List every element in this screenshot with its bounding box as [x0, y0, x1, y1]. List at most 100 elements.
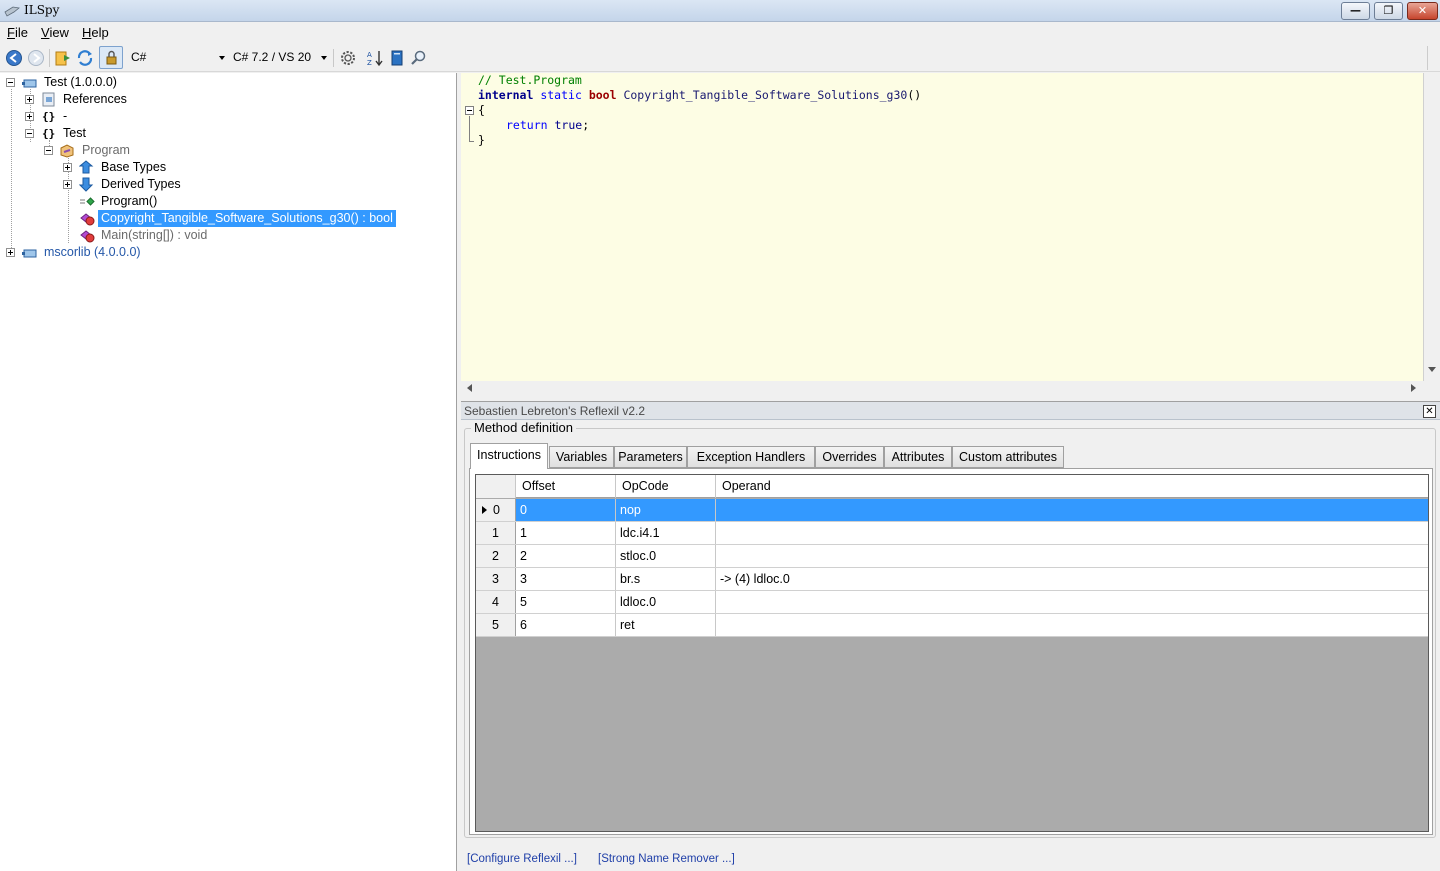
cell-opcode[interactable]: stloc.0 [616, 545, 716, 567]
code-line-close-brace: } [478, 133, 485, 147]
cell-operand[interactable] [716, 614, 1428, 636]
assembly-tree[interactable]: Test (1.0.0.0) References {} - {} Test P… [0, 73, 457, 871]
tree-node-test-assembly[interactable]: Test (1.0.0.0) [0, 74, 200, 91]
editor-horizontal-scrollbar[interactable] [461, 381, 1424, 395]
menu-view[interactable]: View [41, 25, 69, 40]
row-header[interactable]: 3 [476, 568, 516, 590]
cell-opcode[interactable]: br.s [616, 568, 716, 590]
code-editor[interactable]: // Test.Program internal static bool Cop… [461, 73, 1424, 393]
cell-opcode[interactable]: ret [616, 614, 716, 636]
expand-icon[interactable] [25, 112, 34, 121]
back-icon[interactable] [5, 49, 23, 67]
scroll-left-icon[interactable] [467, 384, 472, 392]
collapse-icon[interactable] [25, 129, 34, 138]
table-row[interactable]: 4 5 ldloc.0 [476, 591, 1428, 614]
column-header-operand[interactable]: Operand [716, 475, 1428, 498]
code-line-comment: // Test.Program [478, 73, 582, 87]
scroll-right-icon[interactable] [1411, 384, 1416, 392]
code-line-signature: internal static bool Copyright_Tangible_… [478, 88, 922, 102]
expand-icon[interactable] [25, 95, 34, 104]
cell-operand[interactable] [716, 591, 1428, 613]
reload-icon[interactable] [76, 49, 94, 67]
column-header-offset[interactable]: Offset [516, 475, 616, 498]
search-icon[interactable] [410, 49, 428, 67]
cell-opcode[interactable]: ldloc.0 [616, 591, 716, 613]
open-file-icon[interactable] [54, 49, 72, 67]
row-header[interactable]: 2 [476, 545, 516, 567]
cell-opcode[interactable]: ldc.i4.1 [616, 522, 716, 544]
tree-node-namespace-test[interactable]: {} Test [0, 125, 200, 142]
language-combo[interactable]: C# [131, 48, 229, 67]
tree-node-namespace-empty[interactable]: {} - [0, 108, 200, 125]
sort-az-icon[interactable]: A Z [366, 49, 384, 67]
instructions-grid[interactable]: Offset OpCode Operand 0 0 nop 1 1 ldc.i4… [475, 474, 1429, 832]
tab-variables[interactable]: Variables [549, 446, 614, 468]
collapse-icon[interactable] [6, 78, 15, 87]
table-row[interactable]: 1 1 ldc.i4.1 [476, 522, 1428, 545]
cell-offset[interactable]: 5 [516, 591, 616, 613]
assembly-list-icon[interactable] [388, 49, 406, 67]
ilspy-app-icon [4, 6, 20, 17]
tab-attributes[interactable]: Attributes [884, 446, 952, 468]
minimize-icon: — [1350, 4, 1361, 17]
tree-node-method-main[interactable]: Main(string[]) : void [0, 227, 300, 244]
cell-offset[interactable]: 6 [516, 614, 616, 636]
cell-offset[interactable]: 1 [516, 522, 616, 544]
window-title: ILSpy [24, 3, 60, 17]
grid-corner [476, 475, 516, 498]
tree-node-mscorlib[interactable]: mscorlib (4.0.0.0) [0, 244, 200, 261]
menu-file[interactable]: File [7, 25, 28, 40]
tab-overrides[interactable]: Overrides [815, 446, 884, 468]
minimize-button[interactable]: — [1341, 2, 1370, 20]
close-icon: ✕ [1417, 4, 1428, 17]
cell-operand[interactable]: -> (4) ldloc.0 [716, 568, 1428, 590]
row-header[interactable]: 1 [476, 522, 516, 544]
scroll-down-icon[interactable] [1428, 367, 1436, 372]
tree-node-constructor[interactable]: Program() [0, 193, 200, 210]
tab-custom-attributes[interactable]: Custom attributes [952, 446, 1064, 468]
toolbar: C# C# 7.2 / VS 20 A Z [0, 43, 1440, 72]
expand-icon[interactable] [6, 248, 15, 257]
tree-node-method-selected[interactable]: Copyright_Tangible_Software_Solutions_g3… [0, 210, 420, 227]
fold-toggle-icon[interactable] [465, 106, 474, 115]
show-internal-toggle[interactable] [99, 46, 123, 69]
toolbar-overflow[interactable] [1427, 46, 1437, 70]
options-gear-icon[interactable] [339, 49, 357, 67]
cell-operand[interactable] [716, 545, 1428, 567]
table-row[interactable]: 5 6 ret [476, 614, 1428, 637]
menu-bar: File View Help [0, 22, 1440, 43]
cell-opcode[interactable]: nop [616, 499, 716, 521]
row-header[interactable]: 0 [476, 499, 516, 521]
tab-instructions[interactable]: Instructions [470, 443, 548, 469]
cell-operand[interactable] [716, 522, 1428, 544]
restore-button[interactable]: ❐ [1374, 2, 1403, 20]
tree-node-base-types[interactable]: Base Types [0, 159, 200, 176]
strong-name-remover-link[interactable]: [Strong Name Remover ...] [598, 853, 735, 865]
tree-node-class-program[interactable]: Program [0, 142, 200, 159]
collapse-icon[interactable] [44, 146, 53, 155]
row-header[interactable]: 5 [476, 614, 516, 636]
tree-node-references[interactable]: References [0, 91, 200, 108]
method-icon [80, 230, 95, 243]
reflexil-close-button[interactable]: ✕ [1423, 405, 1436, 418]
expand-icon[interactable] [63, 180, 72, 189]
close-button[interactable]: ✕ [1407, 2, 1438, 20]
menu-help[interactable]: Help [82, 25, 109, 40]
tree-node-derived-types[interactable]: Derived Types [0, 176, 200, 193]
tab-parameters[interactable]: Parameters [614, 446, 687, 468]
table-row[interactable]: 0 0 nop [476, 499, 1428, 522]
table-row[interactable]: 3 3 br.s -> (4) ldloc.0 [476, 568, 1428, 591]
expand-icon[interactable] [63, 163, 72, 172]
row-header[interactable]: 4 [476, 591, 516, 613]
editor-vertical-scrollbar[interactable] [1424, 73, 1440, 393]
column-header-opcode[interactable]: OpCode [616, 475, 716, 498]
tab-exception-handlers[interactable]: Exception Handlers [687, 446, 815, 468]
forward-icon[interactable] [27, 49, 45, 67]
configure-reflexil-link[interactable]: [Configure Reflexil ...] [467, 853, 577, 865]
table-row[interactable]: 2 2 stloc.0 [476, 545, 1428, 568]
cell-operand[interactable] [716, 499, 1428, 521]
cell-offset[interactable]: 2 [516, 545, 616, 567]
language-version-combo[interactable]: C# 7.2 / VS 20 [233, 48, 329, 67]
cell-offset[interactable]: 0 [516, 499, 616, 521]
cell-offset[interactable]: 3 [516, 568, 616, 590]
